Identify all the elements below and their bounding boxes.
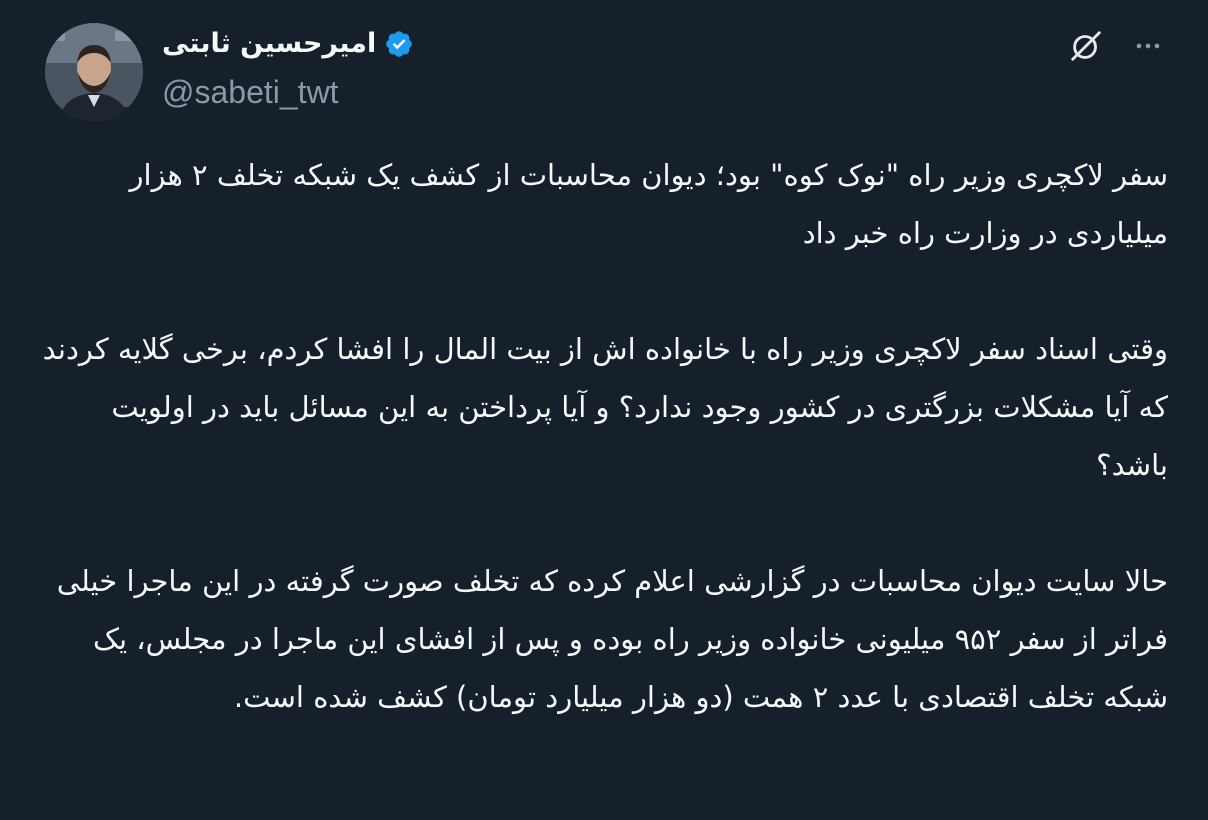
author-handle[interactable]: @sabeti_twt bbox=[162, 72, 339, 112]
verified-badge-icon bbox=[384, 29, 414, 59]
tweet-text: سفر لاکچری وزیر راه "نوک کوه" بود؛ دیوان… bbox=[40, 146, 1168, 726]
author-display-name[interactable]: امیرحسین ثابتی bbox=[162, 26, 376, 62]
tweet-top-actions bbox=[1066, 26, 1168, 66]
tweet-paragraph: حالا سایت دیوان محاسبات در گزارشی اعلام … bbox=[47, 564, 1168, 714]
grok-icon[interactable] bbox=[1066, 26, 1106, 66]
more-options-icon[interactable] bbox=[1128, 26, 1168, 66]
tweet-paragraph: وقتی اسناد سفر لاکچری وزیر راه با خانواد… bbox=[33, 332, 1168, 482]
avatar[interactable] bbox=[45, 23, 143, 121]
profile-photo bbox=[45, 23, 143, 121]
tweet-paragraph: سفر لاکچری وزیر راه "نوک کوه" بود؛ دیوان… bbox=[120, 158, 1168, 250]
author-name-row[interactable]: امیرحسین ثابتی bbox=[162, 26, 414, 62]
